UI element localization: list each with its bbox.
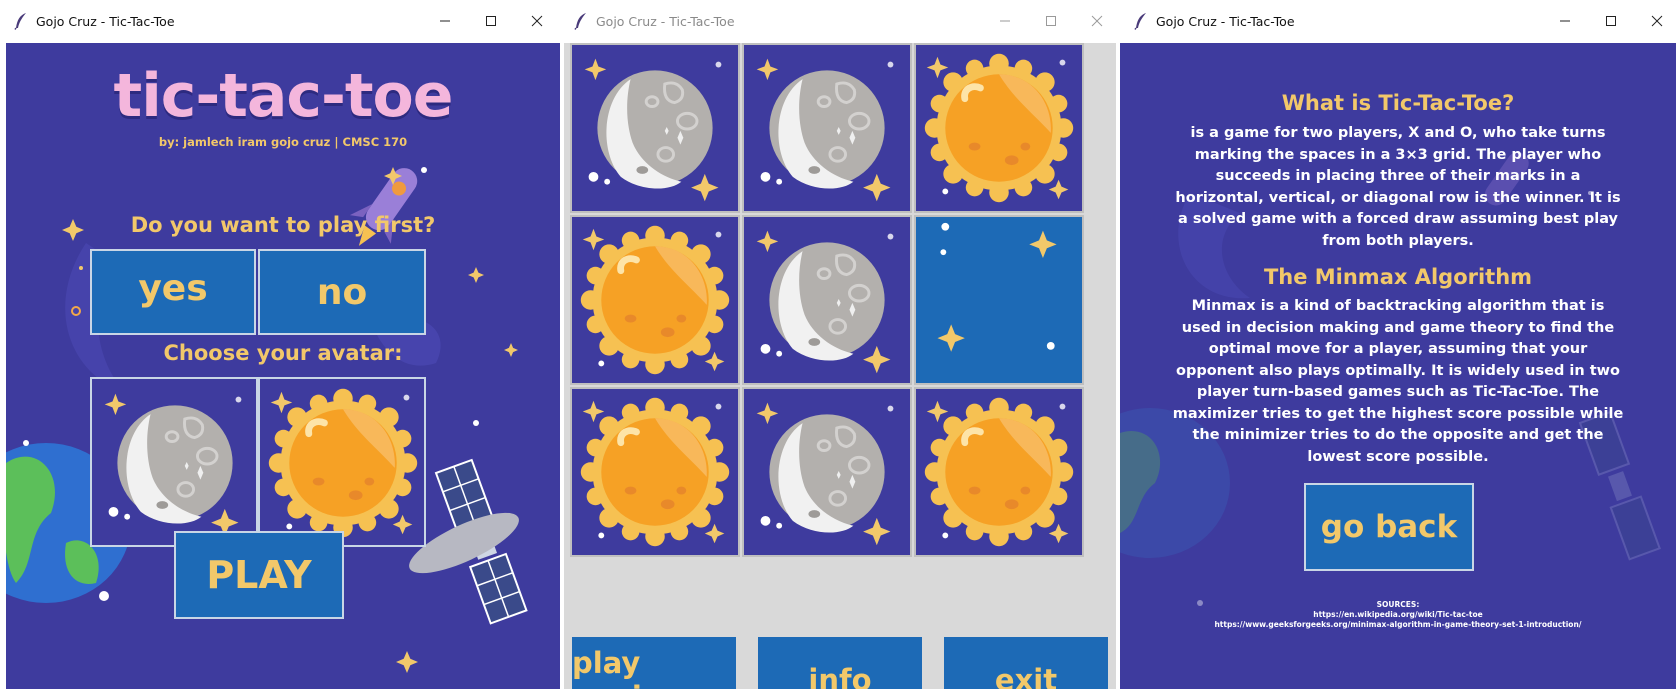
info-line: opponent also plays optimally. It is wid…: [1175, 362, 1621, 379]
maximize-icon[interactable]: [468, 0, 514, 42]
sun-icon: [916, 389, 1082, 555]
go-back-label: go back: [1320, 509, 1458, 545]
maximize-icon[interactable]: [1588, 0, 1634, 42]
source-link[interactable]: https://www.geeksforgeeks.org/minimax-al…: [1120, 620, 1676, 630]
info-line: the minimizer tries to do the opposite a…: [1192, 427, 1604, 443]
board-cell[interactable]: [742, 215, 912, 385]
feather-icon: [1128, 0, 1154, 42]
close-icon[interactable]: [1634, 0, 1680, 42]
minimize-icon[interactable]: [422, 0, 468, 42]
board-cell[interactable]: [914, 387, 1084, 557]
board-cell[interactable]: [742, 387, 912, 557]
exit-label: exit: [994, 663, 1058, 689]
no-button-label: no: [316, 271, 368, 313]
info-heading-minmax: The Minmax Algorithm: [1263, 265, 1533, 289]
info-line: player turn-based games such as Tic-Tac-…: [1196, 384, 1600, 400]
maximize-icon[interactable]: [1028, 0, 1074, 42]
info-line: horizontal, vertical, or diagonal row is…: [1175, 189, 1621, 206]
moon-icon: [755, 57, 895, 203]
info-line: Minmax is a kind of backtracking algorit…: [1191, 298, 1605, 314]
window-title: Gojo Cruz - Tic-Tac-Toe: [596, 13, 735, 29]
sources-block: SOURCES: https://en.wikipedia.org/wiki/T…: [1120, 600, 1676, 630]
info-window: Gojo Cruz - Tic-Tac-Toe What is Tic-Tac-…: [1120, 0, 1680, 700]
board-cell[interactable]: [570, 43, 740, 213]
board-cell[interactable]: [914, 215, 1084, 385]
go-back-button[interactable]: go back: [1304, 483, 1474, 571]
source-link[interactable]: https://en.wikipedia.org/wiki/Tic-tac-to…: [1120, 610, 1676, 620]
titlebar: Gojo Cruz - Tic-Tac-Toe: [0, 0, 560, 42]
game-screen: play again info exit: [564, 43, 1116, 689]
sources-heading: SOURCES:: [1376, 600, 1420, 609]
moon-icon: [103, 392, 243, 538]
avatar-question: Choose your avatar:: [163, 341, 403, 365]
author-byline: by: jamlech iram gojo cruz | CMSC 170: [158, 135, 408, 149]
sun-icon: [260, 379, 426, 547]
sun-icon: [572, 389, 738, 555]
info-button[interactable]: info: [756, 635, 924, 689]
moon-icon: [583, 57, 723, 203]
minimize-icon[interactable]: [982, 0, 1028, 42]
info-line: from both players.: [1322, 232, 1474, 249]
play-button[interactable]: PLAY: [174, 531, 344, 619]
game-window: Gojo Cruz - Tic-Tac-Toe play again info …: [560, 0, 1120, 700]
sun-icon: [916, 45, 1082, 211]
play-first-question: Do you want to play first?: [130, 213, 436, 237]
feather-icon: [8, 0, 34, 42]
board-cell[interactable]: [570, 215, 740, 385]
board-cell[interactable]: [914, 43, 1084, 213]
exit-button[interactable]: exit: [942, 635, 1110, 689]
close-icon[interactable]: [514, 0, 560, 42]
info-line: maximizer tries to get the highest score…: [1172, 405, 1624, 422]
info-line: lowest score possible.: [1307, 448, 1489, 465]
info-line: used in decision making and game theory …: [1181, 319, 1615, 336]
menu-window: Gojo Cruz - Tic-Tac-Toe tic-tac-toe by: …: [0, 0, 560, 700]
play-again-label: play again: [572, 646, 662, 689]
close-icon[interactable]: [1074, 0, 1120, 42]
info-paragraph-minmax: Minmax is a kind of backtracking algorit…: [1158, 296, 1638, 468]
play-button-label: PLAY: [206, 553, 312, 597]
info-label: info: [808, 663, 872, 689]
play-again-button[interactable]: play again: [570, 635, 738, 689]
info-paragraph-tictactoe: is a game for two players, X and O, who …: [1158, 123, 1638, 252]
titlebar: Gojo Cruz - Tic-Tac-Toe: [560, 0, 1120, 42]
window-title: Gojo Cruz - Tic-Tac-Toe: [36, 13, 175, 29]
moon-icon: [755, 401, 895, 547]
board-cell[interactable]: [570, 387, 740, 557]
info-line: a solved game with a forced draw assumin…: [1178, 211, 1618, 227]
window-title: Gojo Cruz - Tic-Tac-Toe: [1156, 13, 1295, 29]
yes-button-label: yes: [138, 267, 208, 309]
empty-cell-stars-icon: [937, 222, 1057, 352]
minimize-icon[interactable]: [1542, 0, 1588, 42]
avatar-option-sun[interactable]: [258, 377, 426, 547]
app-title: tic-tac-toe: [113, 61, 454, 131]
info-line: marking the spaces in a 3×3 grid. The pl…: [1194, 146, 1602, 163]
yes-button[interactable]: yes: [90, 249, 256, 335]
feather-icon: [568, 0, 594, 42]
avatar-option-moon[interactable]: [90, 377, 258, 547]
moon-icon: [755, 229, 895, 375]
info-line: optimal move for a player, assuming that…: [1208, 341, 1588, 357]
menu-screen: tic-tac-toe by: jamlech iram gojo cruz |…: [6, 43, 560, 689]
info-line: succeeds in placing three of their marks…: [1215, 168, 1581, 184]
titlebar: Gojo Cruz - Tic-Tac-Toe: [1120, 0, 1680, 42]
info-line: is a game for two players, X and O, who …: [1190, 125, 1606, 141]
info-screen: What is Tic-Tac-Toe? is a game for two p…: [1120, 43, 1676, 689]
info-heading-tictactoe: What is Tic-Tac-Toe?: [1281, 91, 1515, 115]
sun-icon: [572, 217, 738, 383]
no-button[interactable]: no: [258, 249, 426, 335]
board-cell[interactable]: [742, 43, 912, 213]
